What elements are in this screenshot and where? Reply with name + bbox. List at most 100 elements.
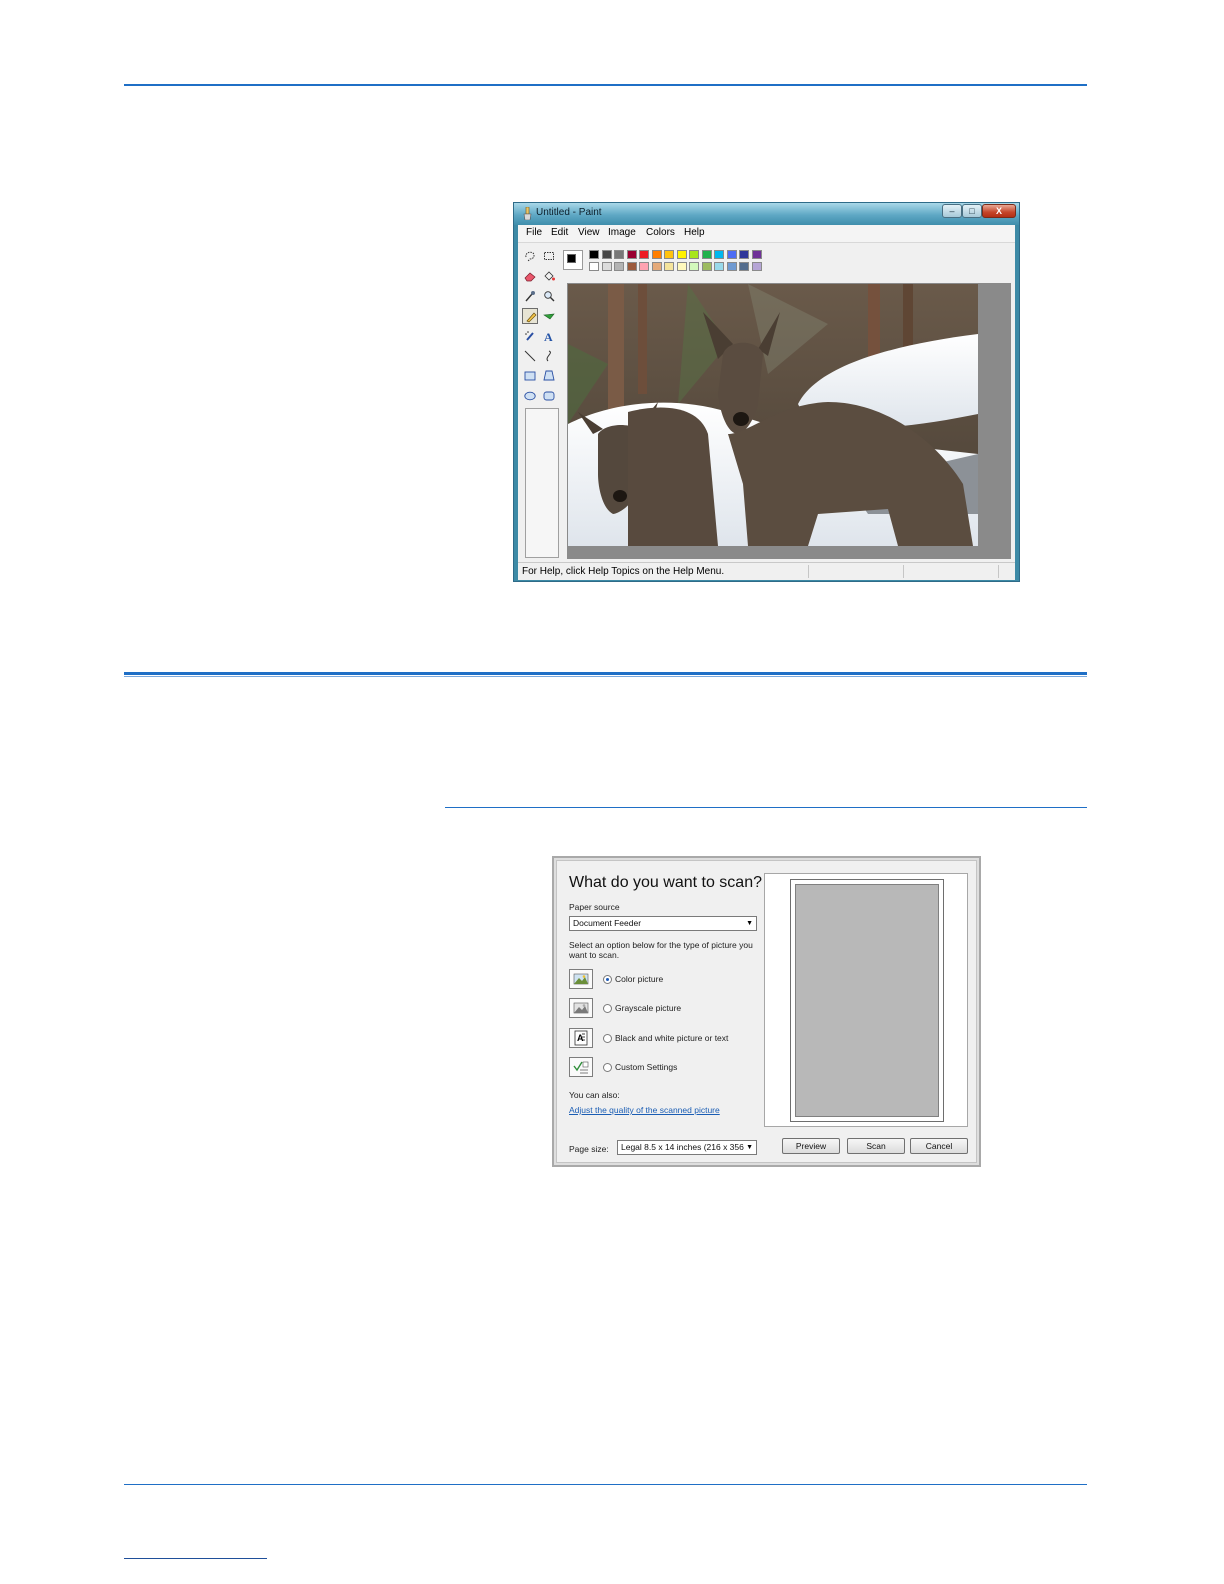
palette-swatch[interactable] (601, 262, 612, 271)
bw-picture-radio[interactable] (603, 1034, 612, 1043)
curve-icon[interactable] (541, 348, 557, 364)
palette-swatch[interactable] (689, 262, 699, 271)
current-colors[interactable] (563, 250, 583, 270)
rect-select-icon[interactable] (541, 248, 557, 264)
rounded-rect-icon[interactable] (541, 388, 557, 404)
fill-bucket-icon[interactable] (541, 268, 557, 284)
paper-source-label: Paper source (569, 902, 620, 912)
ellipse-icon[interactable] (522, 388, 538, 404)
palette-swatch[interactable] (614, 250, 624, 259)
pencil-icon[interactable] (522, 308, 538, 324)
preview-button[interactable]: Preview (782, 1138, 840, 1154)
grayscale-picture-label[interactable]: Grayscale picture (615, 1003, 681, 1013)
palette-swatch[interactable] (751, 262, 762, 271)
svg-text:A: A (544, 330, 553, 342)
page-size-label: Page size: (569, 1144, 609, 1154)
color-palette (589, 250, 765, 272)
eraser-icon[interactable] (522, 268, 538, 284)
page-size-select[interactable]: Legal 8.5 x 14 inches (216 x 356 ▼ (617, 1140, 757, 1155)
color-picture-icon[interactable] (569, 969, 593, 989)
minimize-button[interactable]: – (942, 204, 962, 218)
maximize-button[interactable]: □ (962, 204, 982, 218)
instruction-text-line2: want to scan. (569, 950, 620, 960)
menu-help[interactable]: Help (684, 227, 705, 238)
chevron-down-icon: ▼ (746, 1144, 753, 1151)
palette-swatch[interactable] (589, 262, 599, 271)
palette-swatch[interactable] (676, 250, 687, 259)
palette-swatch[interactable] (701, 262, 712, 271)
palette-swatch[interactable] (714, 262, 724, 271)
paint-window: Untitled - Paint – □ X File Edit View Im… (513, 202, 1020, 582)
preview-pane (764, 873, 968, 1127)
custom-settings-radio[interactable] (603, 1063, 612, 1072)
adjust-quality-link[interactable]: Adjust the quality of the scanned pictur… (569, 1105, 720, 1115)
custom-settings-icon[interactable] (569, 1057, 593, 1077)
color-picture-label[interactable]: Color picture (615, 974, 663, 984)
status-text: For Help, click Help Topics on the Help … (522, 566, 725, 577)
paper-source-select[interactable]: Document Feeder ▼ (569, 916, 757, 931)
foreground-color[interactable] (567, 254, 576, 263)
palette-swatch[interactable] (626, 262, 637, 271)
menu-bar: File Edit View Image Colors Help (518, 225, 1015, 243)
palette-swatch[interactable] (751, 250, 762, 259)
status-bar: For Help, click Help Topics on the Help … (518, 562, 1015, 580)
drawing-canvas[interactable]: ▲ ▼ ◀ ▶ (567, 283, 1011, 559)
color-picture-radio[interactable] (603, 975, 612, 984)
magnifier-icon[interactable] (541, 288, 557, 304)
custom-settings-label[interactable]: Custom Settings (615, 1062, 677, 1072)
scan-button[interactable]: Scan (847, 1138, 905, 1154)
grayscale-picture-icon[interactable] (569, 998, 593, 1018)
palette-swatch[interactable] (714, 250, 724, 259)
page-size-value: Legal 8.5 x 14 inches (216 x 356 (621, 1142, 744, 1152)
subsection-rule (445, 807, 1087, 808)
close-button[interactable]: X (982, 204, 1016, 218)
palette-swatch[interactable] (614, 262, 624, 271)
footer-rule (124, 1558, 267, 1559)
text-tool-icon[interactable]: A (541, 328, 557, 344)
menu-file[interactable]: File (526, 227, 542, 238)
palette-swatch[interactable] (739, 262, 749, 271)
palette-swatch[interactable] (664, 262, 674, 271)
instruction-text-line1: Select an option below for the type of p… (569, 940, 753, 950)
palette-swatch[interactable] (601, 250, 612, 259)
svg-text:A: A (577, 1033, 584, 1043)
palette-swatch[interactable] (626, 250, 637, 259)
palette-swatch[interactable] (651, 262, 662, 271)
palette-swatch[interactable] (676, 262, 687, 271)
color-picker-icon[interactable] (522, 288, 538, 304)
paint-window-title: Untitled - Paint (536, 207, 602, 218)
palette-swatch[interactable] (664, 250, 674, 259)
palette-swatch[interactable] (701, 250, 712, 259)
menu-image[interactable]: Image (608, 227, 636, 238)
palette-swatch[interactable] (639, 262, 649, 271)
palette-swatch[interactable] (739, 250, 749, 259)
bw-picture-label[interactable]: Black and white picture or text (615, 1033, 728, 1043)
line-icon[interactable] (522, 348, 538, 364)
palette-swatch[interactable] (689, 250, 699, 259)
brush-icon[interactable] (541, 308, 557, 324)
palette-swatch[interactable] (589, 250, 599, 259)
chevron-down-icon: ▼ (746, 920, 753, 927)
palette-swatch[interactable] (726, 262, 737, 271)
rectangle-icon[interactable] (522, 368, 538, 384)
free-form-select-icon[interactable] (522, 248, 538, 264)
bottom-rule (124, 1484, 1087, 1485)
paint-title-bar[interactable]: Untitled - Paint – □ X (514, 203, 1019, 225)
menu-colors[interactable]: Colors (646, 227, 675, 238)
cancel-button[interactable]: Cancel (910, 1138, 968, 1154)
also-label: You can also: (569, 1090, 620, 1100)
polygon-icon[interactable] (541, 368, 557, 384)
bw-picture-icon[interactable]: A (569, 1028, 593, 1048)
scan-area[interactable] (795, 884, 939, 1117)
menu-edit[interactable]: Edit (551, 227, 568, 238)
scan-dialog-body: What do you want to scan? Paper source D… (556, 860, 977, 1163)
airbrush-icon[interactable] (522, 328, 538, 344)
palette-swatch[interactable] (639, 250, 649, 259)
palette-swatch[interactable] (651, 250, 662, 259)
tool-options-box[interactable] (525, 408, 559, 558)
menu-view[interactable]: View (578, 227, 600, 238)
scan-heading: What do you want to scan? (569, 874, 762, 891)
grayscale-picture-radio[interactable] (603, 1004, 612, 1013)
top-rule (124, 84, 1087, 86)
palette-swatch[interactable] (726, 250, 737, 259)
